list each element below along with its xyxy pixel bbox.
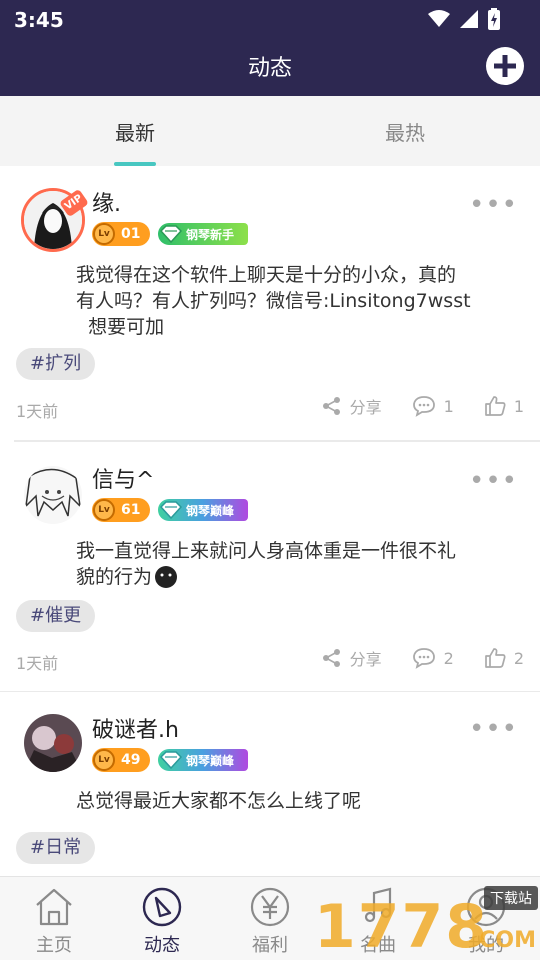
status-icons [428, 8, 500, 30]
diamond-icon [160, 751, 182, 769]
post-content: 总觉得最近大家都不怎么上线了呢 [76, 788, 516, 814]
post-actions: 分享 1 1 [322, 394, 524, 418]
thumbs-up-icon [484, 648, 506, 668]
share-icon [322, 649, 340, 667]
share-label: 分享 [349, 650, 382, 669]
watermark-domain: COM [479, 928, 536, 953]
badge-label: 钢琴巅峰 [186, 503, 235, 518]
home-icon [36, 888, 72, 926]
comment-icon [412, 396, 435, 417]
avatar[interactable] [24, 714, 82, 772]
comment-button[interactable]: 1 [412, 395, 454, 417]
post-card[interactable]: 破谜者.h Lv 49 钢琴巅峰 ••• 总觉得最近大家都不怎么上线了呢 #日常 [0, 692, 540, 876]
diamond-icon [160, 501, 182, 519]
yen-icon [250, 887, 290, 927]
topic-tag[interactable]: #日常 [16, 832, 96, 864]
post-username[interactable]: 破谜者.h [92, 712, 179, 744]
status-time: 3:45 [14, 8, 64, 32]
topic-tag[interactable]: #催更 [16, 600, 96, 632]
post-username[interactable]: 信与^ [92, 462, 154, 494]
content-line: 总觉得最近大家都不怎么上线了呢 [76, 790, 362, 812]
nav-feed[interactable]: 动态 [108, 877, 216, 960]
share-button[interactable]: 分享 [322, 394, 382, 418]
page-title: 动态 [247, 56, 292, 81]
share-label: 分享 [349, 398, 382, 417]
screen: { "status": {"time": "3:45"}, "header": … [0, 0, 540, 960]
like-button[interactable]: 2 [484, 647, 524, 669]
content-line: 有人吗？有人扩列吗？微信号:Linsitong7wsst [76, 290, 471, 312]
level-number: 61 [121, 502, 141, 518]
nav-welfare-label: 福利 [252, 935, 288, 956]
diamond-icon [160, 225, 182, 243]
plus-icon [494, 55, 516, 77]
nav-home-label: 主页 [36, 935, 72, 956]
content-line: 我一直觉得上来就问人身高体重是一件很不礼 [76, 540, 457, 562]
content-line: 想要可加 [76, 316, 165, 338]
level-number: 49 [121, 752, 141, 768]
more-options-button[interactable]: ••• [469, 468, 518, 494]
site-watermark: 1778 下载站 COM [314, 882, 540, 960]
wifi-icon [428, 10, 450, 27]
content-line: 我觉得在这个软件上聊天是十分的小众，真的 [76, 264, 457, 286]
like-count: 2 [513, 648, 524, 668]
post-time: 1天前 [16, 654, 59, 673]
compass-icon [142, 887, 182, 927]
post-card[interactable]: 信与^ Lv 61 钢琴巅峰 ••• 我一直觉得上来就问人身高体重是一件很不礼 … [0, 442, 540, 692]
content-line: 貌的行为 [76, 564, 516, 590]
comment-icon [412, 648, 435, 669]
post-card[interactable]: VIP 缘. Lv 01 钢琴新手 ••• 我觉得在这个软件上聊天是十分的小众，… [0, 166, 540, 442]
more-options-button[interactable]: ••• [469, 192, 518, 218]
piano-rank-badge: 钢琴巅峰 [158, 499, 248, 521]
level-badge: Lv 61 [92, 498, 150, 522]
level-badge: Lv 49 [92, 748, 150, 772]
tab-latest[interactable]: 最新 [0, 96, 270, 166]
level-prefix: Lv [93, 499, 115, 521]
thumbs-up-icon [484, 396, 506, 416]
content-line-text: 貌的行为 [76, 566, 153, 588]
share-icon [322, 397, 340, 415]
feed-list[interactable]: VIP 缘. Lv 01 钢琴新手 ••• 我觉得在这个软件上聊天是十分的小众，… [0, 166, 540, 876]
comment-count: 1 [443, 396, 454, 416]
level-badge: Lv 01 [92, 222, 150, 246]
nav-feed-label: 动态 [144, 935, 180, 956]
signal-icon [460, 10, 478, 28]
badge-label: 钢琴新手 [186, 227, 235, 242]
nav-welfare[interactable]: 福利 [216, 877, 324, 960]
app-header: 3:45 动态 [0, 0, 540, 96]
post-username[interactable]: 缘. [92, 186, 121, 218]
emoji-icon [155, 566, 178, 588]
like-count: 1 [513, 396, 524, 416]
watermark-number: 1778 [314, 892, 489, 960]
post-content: 我觉得在这个软件上聊天是十分的小众，真的 有人吗？有人扩列吗？微信号:Linsi… [76, 262, 516, 340]
post-time: 1天前 [16, 402, 59, 421]
level-prefix: Lv [93, 223, 115, 245]
tab-hot[interactable]: 最热 [270, 96, 540, 166]
add-post-button[interactable] [486, 47, 524, 85]
feed-tabs: 最新 最热 [0, 96, 540, 166]
topic-tag[interactable]: #扩列 [16, 348, 96, 380]
more-options-button[interactable]: ••• [469, 716, 518, 742]
piano-rank-badge: 钢琴巅峰 [158, 749, 248, 771]
level-number: 01 [121, 226, 141, 242]
watermark-suffix: 下载站 [484, 886, 538, 910]
post-content: 我一直觉得上来就问人身高体重是一件很不礼 貌的行为 [76, 538, 516, 590]
comment-button[interactable]: 2 [412, 647, 454, 669]
piano-rank-badge: 钢琴新手 [158, 223, 248, 245]
level-prefix: Lv [93, 749, 115, 771]
battery-icon [488, 8, 500, 30]
post-actions: 分享 2 2 [322, 646, 524, 670]
avatar[interactable] [24, 466, 82, 524]
status-bar: 3:45 [0, 0, 540, 38]
comment-count: 2 [443, 648, 454, 668]
like-button[interactable]: 1 [484, 395, 524, 417]
nav-home[interactable]: 主页 [0, 877, 108, 960]
share-button[interactable]: 分享 [322, 646, 382, 670]
badge-label: 钢琴巅峰 [186, 753, 235, 768]
